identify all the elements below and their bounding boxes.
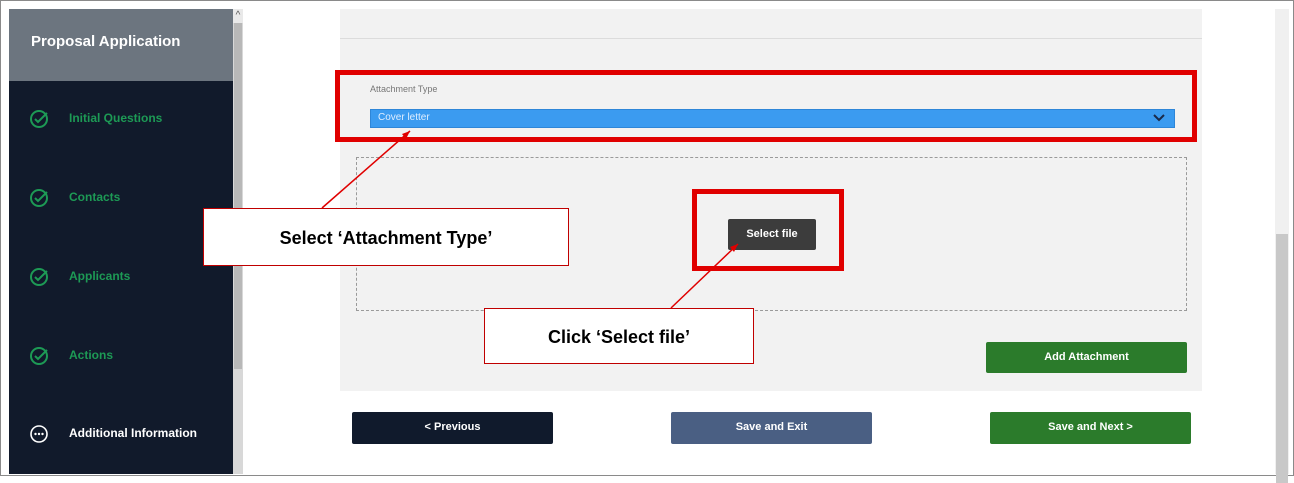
callout-select-attachment-type: Select ‘Attachment Type’ — [203, 208, 569, 266]
callout-click-select-file: Click ‘Select file’ — [484, 308, 754, 364]
annotation-arrows — [321, 130, 739, 309]
